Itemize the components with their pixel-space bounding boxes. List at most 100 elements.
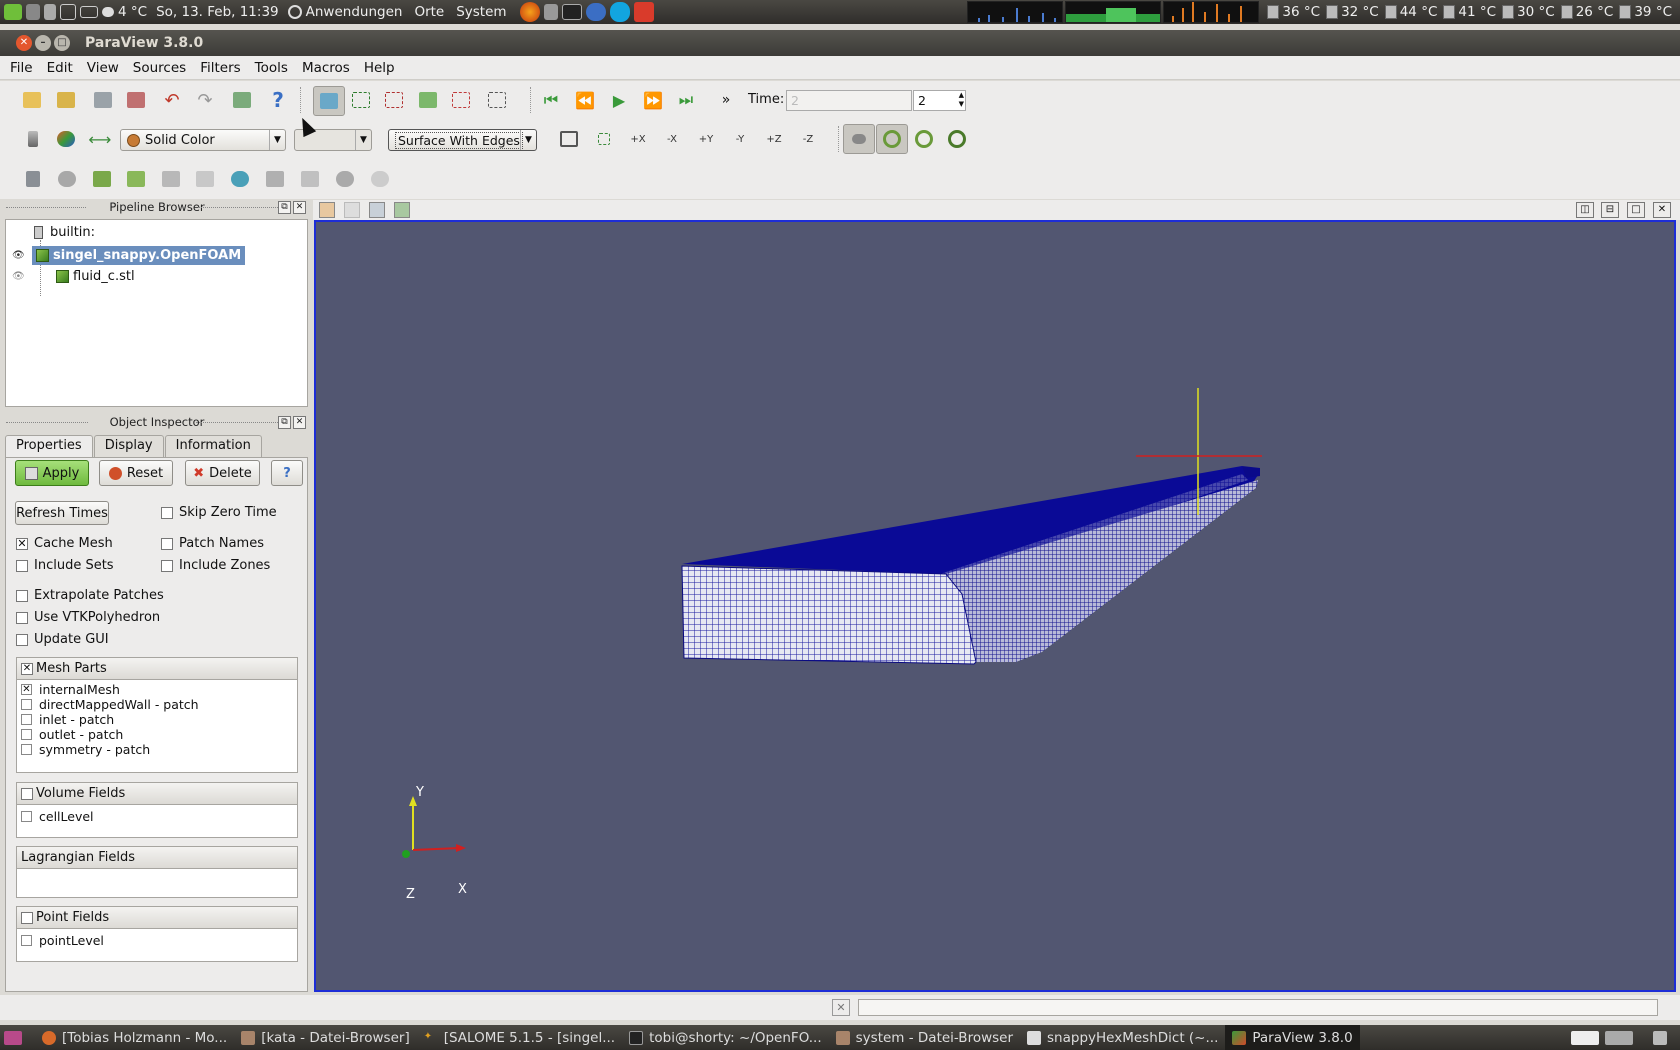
slice-icon[interactable] — [123, 166, 149, 192]
window-titlebar[interactable]: ✕ – □ ParaView 3.8.0 — [0, 30, 1680, 56]
taskbar-item-kata[interactable]: [kata - Datei-Browser] — [234, 1025, 417, 1050]
select-block-icon[interactable] — [484, 87, 510, 113]
view-plus-y-icon[interactable]: +Y — [693, 126, 719, 152]
select-cells-icon[interactable] — [348, 87, 374, 113]
firefox-icon[interactable] — [519, 2, 540, 22]
mesh-part-directmappedwall[interactable]: directMappedWall - patch — [17, 697, 297, 712]
representation-combo[interactable]: Surface With Edges ▼ — [388, 129, 537, 151]
shutdown-icon[interactable] — [633, 2, 654, 22]
calculator-icon[interactable] — [20, 166, 46, 192]
camera-icon[interactable] — [543, 4, 558, 20]
point-field-pointlevel[interactable]: pointLevel — [17, 933, 297, 948]
menu-system[interactable]: System — [456, 4, 506, 20]
cache-mesh-checkbox[interactable]: ✕ Cache Mesh — [16, 536, 113, 551]
close-dock-icon[interactable]: ✕ — [293, 416, 306, 429]
workspace-switcher[interactable] — [1564, 1025, 1646, 1050]
menu-file[interactable]: File — [10, 60, 33, 76]
edit-color-map-icon[interactable] — [53, 126, 79, 152]
stream-tracer-icon[interactable] — [262, 166, 288, 192]
tab-information[interactable]: Information — [164, 435, 262, 457]
use-vtkpolyhedron-checkbox[interactable]: Use VTKPolyhedron — [16, 610, 160, 625]
extrapolate-patches-checkbox[interactable]: Extrapolate Patches — [16, 588, 164, 603]
rotate-center-icon[interactable] — [944, 126, 970, 152]
reset-camera-icon[interactable] — [556, 126, 582, 152]
abort-icon[interactable]: ✕ — [832, 999, 850, 1016]
color-by-combo[interactable]: Solid Color ▼ — [120, 129, 286, 151]
glyph-icon[interactable] — [227, 166, 253, 192]
menu-orte[interactable]: Orte — [414, 4, 444, 20]
maximize-icon[interactable]: □ — [54, 35, 70, 51]
view-minus-z-icon[interactable]: -Z — [795, 126, 821, 152]
extract-level-icon[interactable] — [367, 166, 393, 192]
undo-icon[interactable]: ↶ — [159, 87, 185, 113]
extract-subset-icon[interactable] — [192, 166, 218, 192]
mesh-part-symmetry[interactable]: symmetry - patch — [17, 742, 297, 757]
group-datasets-icon[interactable] — [332, 166, 358, 192]
threshold-icon[interactable] — [158, 166, 184, 192]
close-dock-icon[interactable]: ✕ — [293, 201, 306, 214]
split-horizontal-icon[interactable]: ◫ — [1576, 202, 1594, 218]
rescale-range-icon[interactable]: ⟷ — [87, 126, 113, 152]
volume-field-celllevel[interactable]: cellLevel — [17, 809, 297, 824]
more-tools-icon[interactable]: » — [713, 87, 739, 113]
redo-icon[interactable]: ↷ — [192, 87, 218, 113]
inspector-help-button[interactable]: ? — [271, 460, 303, 486]
view-plus-x-icon[interactable]: +X — [625, 126, 651, 152]
interact-icon[interactable] — [313, 86, 345, 116]
previous-frame-icon[interactable]: ⏪ — [572, 87, 598, 113]
thunderbird-icon[interactable] — [585, 3, 606, 21]
pipeline-item-fluid-c[interactable]: fluid_c.stl — [56, 269, 135, 284]
menu-sources[interactable]: Sources — [133, 60, 186, 76]
open-icon[interactable] — [19, 87, 45, 113]
taskbar-item-paraview[interactable]: ParaView 3.8.0 — [1225, 1025, 1360, 1050]
camera-redo-icon[interactable] — [344, 202, 360, 218]
close-icon[interactable]: ✕ — [16, 35, 32, 51]
select-points-icon[interactable] — [381, 87, 407, 113]
taskbar-item-firefox[interactable]: [Tobias Holzmann - Mo... — [35, 1025, 234, 1050]
terminal-icon[interactable] — [561, 4, 582, 20]
first-frame-icon[interactable]: ⏮ — [538, 87, 564, 113]
help-icon[interactable]: ? — [265, 87, 291, 113]
save-state-icon[interactable] — [53, 87, 79, 113]
capture-view-icon[interactable] — [369, 202, 385, 218]
volume-fields-header[interactable]: Volume Fields — [17, 783, 297, 805]
refresh-times-button[interactable]: Refresh Times — [15, 501, 109, 525]
float-dock-icon[interactable]: ⧉ — [278, 416, 291, 429]
usb-icon[interactable] — [44, 4, 56, 20]
lookmark-icon[interactable] — [394, 202, 410, 218]
update-manager-icon[interactable] — [4, 4, 22, 20]
show-center-icon[interactable] — [843, 124, 875, 154]
menu-macros[interactable]: Macros — [302, 60, 350, 76]
skip-zero-time-checkbox[interactable]: Skip Zero Time — [161, 505, 277, 520]
volume-icon[interactable] — [60, 4, 76, 20]
pipeline-item-singel-snappy[interactable]: singel_snappy.OpenFOAM — [32, 246, 246, 265]
taskbar-item-salome[interactable]: ✦ [SALOME 5.1.5 - [singel... — [417, 1025, 622, 1050]
clip-icon[interactable] — [89, 166, 115, 192]
menu-filters[interactable]: Filters — [200, 60, 240, 76]
time-step-spinbox[interactable]: 2 ▲ ▼ — [913, 90, 966, 111]
contour-icon[interactable] — [54, 166, 80, 192]
reset-center-icon[interactable] — [876, 124, 908, 154]
include-zones-checkbox[interactable]: Include Zones — [161, 558, 270, 573]
menu-view[interactable]: View — [87, 60, 119, 76]
time-value-field[interactable]: 2 — [786, 90, 912, 111]
mesh-part-outlet[interactable]: outlet - patch — [17, 727, 297, 742]
toggle-color-legend-icon[interactable] — [20, 126, 46, 152]
lagrangian-fields-header[interactable]: Lagrangian Fields — [17, 847, 297, 869]
taskbar-item-terminal[interactable]: tobi@shorty: ~/OpenFO... — [622, 1025, 829, 1050]
view-minus-y-icon[interactable]: -Y — [727, 126, 753, 152]
maximize-view-icon[interactable]: □ — [1627, 202, 1645, 218]
apply-button[interactable]: Apply — [15, 460, 89, 486]
trash-icon[interactable] — [1646, 1025, 1680, 1050]
render-view[interactable]: Y X Z — [314, 220, 1676, 992]
include-sets-checkbox[interactable]: Include Sets — [16, 558, 114, 573]
taskbar-item-snappyhexmeshdict[interactable]: snappyHexMeshDict (~... — [1020, 1025, 1225, 1050]
weather-temperature[interactable]: 4 °C — [118, 4, 147, 20]
network-icon[interactable] — [26, 4, 40, 20]
select-points-through-icon[interactable] — [448, 87, 474, 113]
mail-icon[interactable] — [80, 6, 98, 18]
view-minus-x-icon[interactable]: -X — [659, 126, 685, 152]
play-icon[interactable]: ▶ — [606, 87, 632, 113]
spin-arrows-icon[interactable]: ▲ ▼ — [959, 91, 964, 109]
skype-icon[interactable] — [609, 2, 630, 22]
